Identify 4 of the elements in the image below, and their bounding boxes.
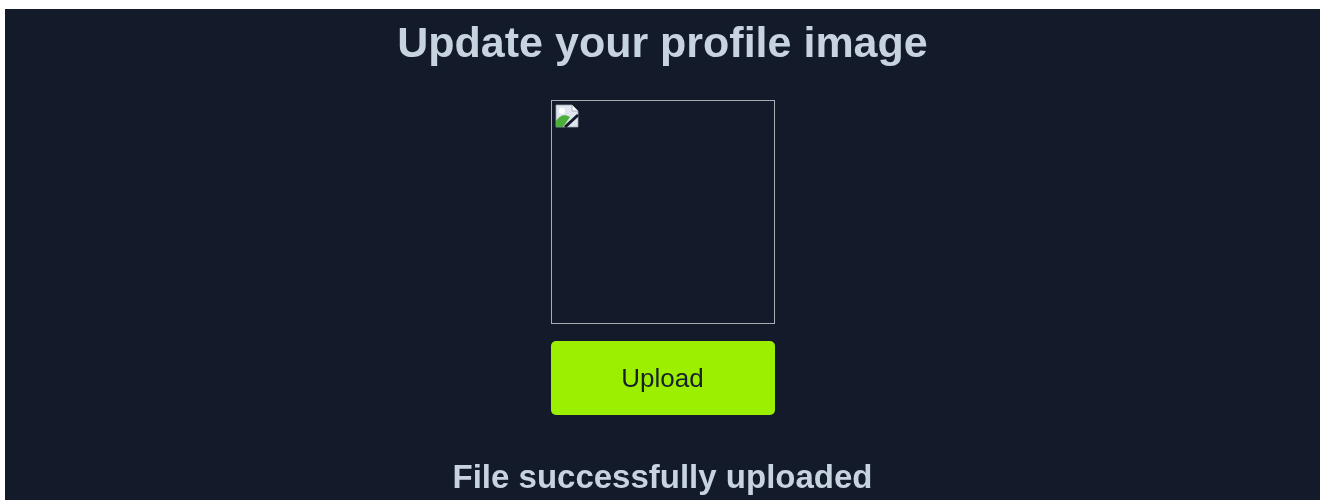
broken-image-icon (554, 104, 579, 128)
upload-button[interactable]: Upload (550, 341, 775, 415)
page-title: Update your profile image (397, 17, 928, 67)
status-message: File successfully uploaded (452, 457, 873, 497)
